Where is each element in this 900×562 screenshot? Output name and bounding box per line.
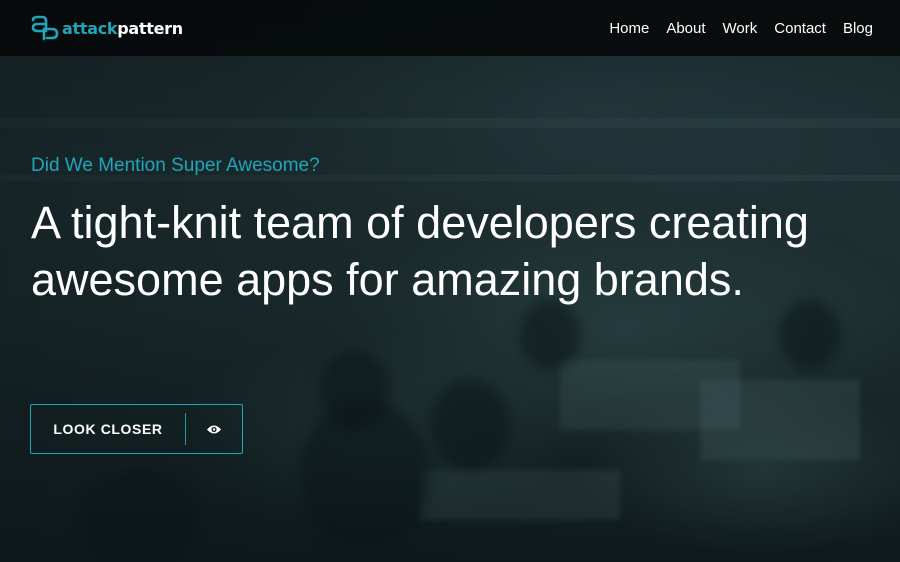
main-nav: Home About Work Contact Blog — [592, 20, 873, 37]
site-logo[interactable]: attackpattern — [30, 15, 183, 41]
button-divider — [185, 413, 186, 445]
look-closer-label: LOOK CLOSER — [53, 421, 163, 437]
logo-text-pattern: pattern — [117, 18, 183, 38]
hero-kicker: Did We Mention Super Awesome? — [31, 155, 320, 176]
logo-text-attack: attack — [62, 18, 118, 38]
look-closer-button[interactable]: LOOK CLOSER — [30, 404, 243, 454]
eye-icon — [186, 424, 242, 435]
hero-section: Did We Mention Super Awesome? A tight-kn… — [31, 152, 851, 308]
nav-about[interactable]: About — [666, 20, 705, 37]
nav-home[interactable]: Home — [609, 20, 649, 37]
logo-wordmark: attackpattern — [62, 19, 183, 38]
site-header: attackpattern Home About Work Contact Bl… — [0, 0, 900, 56]
nav-contact[interactable]: Contact — [774, 20, 826, 37]
nav-blog[interactable]: Blog — [843, 20, 873, 37]
hero-headline: A tight-knit team of developers creating… — [31, 197, 809, 305]
logo-mark-icon — [31, 15, 59, 41]
nav-work[interactable]: Work — [723, 20, 758, 37]
page: attackpattern Home About Work Contact Bl… — [0, 0, 900, 562]
